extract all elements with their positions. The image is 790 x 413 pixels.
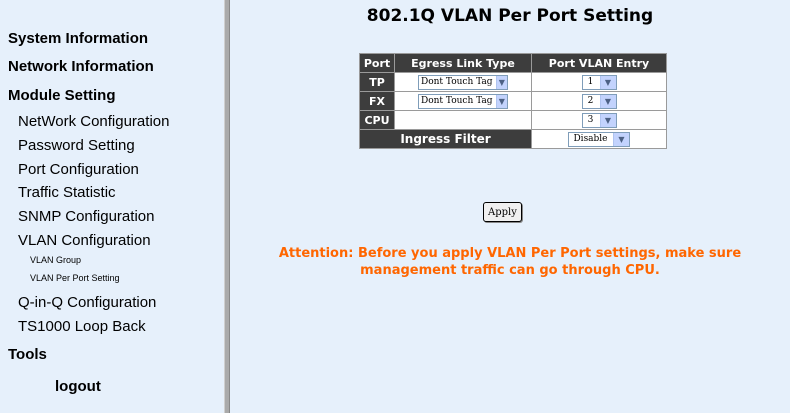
header-port-vlan-entry: Port VLAN Entry <box>531 53 667 73</box>
nav-logout[interactable]: logout <box>55 378 101 395</box>
vlan-value-tp: 1 <box>587 77 594 87</box>
vlan-cell-cpu: 3 ▼ <box>531 110 667 130</box>
chevron-down-icon[interactable]: ▼ <box>495 94 507 108</box>
ingress-filter-value: Disable <box>573 134 608 144</box>
nav-module-setting[interactable]: Module Setting <box>8 87 116 104</box>
ingress-cell: Disable ▼ <box>531 129 667 149</box>
nav-password-setting[interactable]: Password Setting <box>18 137 135 154</box>
port-label-fx: FX <box>359 91 395 111</box>
table-row-fx: FX Dont Touch Tag ▼ 2 ▼ <box>359 91 667 111</box>
chevron-down-icon[interactable]: ▼ <box>599 113 616 127</box>
table-row-cpu: CPU 3 ▼ <box>359 110 667 130</box>
nav-vlan-group[interactable]: VLAN Group <box>30 255 81 265</box>
sidebar: System Information Network Information M… <box>0 0 224 413</box>
chevron-down-icon[interactable]: ▼ <box>613 132 629 146</box>
egress-cell-cpu <box>394 110 532 130</box>
egress-cell-fx: Dont Touch Tag ▼ <box>394 91 532 111</box>
header-egress-link-type: Egress Link Type <box>394 53 532 73</box>
nav-traffic-statistic[interactable]: Traffic Statistic <box>18 184 116 201</box>
nav-qinq-configuration[interactable]: Q-in-Q Configuration <box>18 294 156 311</box>
egress-select-fx[interactable]: Dont Touch Tag ▼ <box>418 93 508 109</box>
nav-snmp-configuration[interactable]: SNMP Configuration <box>18 208 154 225</box>
nav-vlan-per-port-setting[interactable]: VLAN Per Port Setting <box>30 273 120 283</box>
table-header-row: Port Egress Link Type Port VLAN Entry <box>359 53 667 73</box>
nav-tools[interactable]: Tools <box>8 346 47 363</box>
ingress-filter-select[interactable]: Disable ▼ <box>568 131 630 147</box>
vlan-value-fx: 2 <box>587 96 594 106</box>
chevron-down-icon[interactable]: ▼ <box>599 75 616 89</box>
chevron-down-icon[interactable]: ▼ <box>599 94 616 108</box>
header-port: Port <box>359 53 395 73</box>
vlan-cell-tp: 1 ▼ <box>531 72 667 92</box>
vlan-select-fx[interactable]: 2 ▼ <box>581 93 617 109</box>
nav-loop-back[interactable]: TS1000 Loop Back <box>18 318 146 335</box>
nav-network-configuration[interactable]: NetWork Configuration <box>18 113 169 130</box>
page-title: 802.1Q VLAN Per Port Setting <box>366 6 654 26</box>
app-window: System Information Network Information M… <box>0 0 790 413</box>
chevron-down-icon[interactable]: ▼ <box>495 75 507 89</box>
ingress-filter-label: Ingress Filter <box>359 129 532 149</box>
table-row-tp: TP Dont Touch Tag ▼ 1 ▼ <box>359 72 667 92</box>
port-label-tp: TP <box>359 72 395 92</box>
attention-message: Attention: Before you apply VLAN Per Por… <box>278 246 742 278</box>
nav-network-information[interactable]: Network Information <box>8 58 154 75</box>
nav-port-configuration[interactable]: Port Configuration <box>18 161 139 178</box>
vlan-port-table: Port Egress Link Type Port VLAN Entry TP… <box>359 53 667 149</box>
egress-cell-tp: Dont Touch Tag ▼ <box>394 72 532 92</box>
vlan-select-cpu[interactable]: 3 ▼ <box>581 112 617 128</box>
egress-value-fx: Dont Touch Tag <box>421 96 493 106</box>
main-panel: 802.1Q VLAN Per Port Setting Port Egress… <box>230 0 790 413</box>
vlan-cell-fx: 2 ▼ <box>531 91 667 111</box>
port-label-cpu: CPU <box>359 110 395 130</box>
egress-value-tp: Dont Touch Tag <box>421 77 493 87</box>
egress-select-tp[interactable]: Dont Touch Tag ▼ <box>418 74 508 90</box>
nav-system-information[interactable]: System Information <box>8 30 148 47</box>
vlan-value-cpu: 3 <box>587 115 594 125</box>
nav-vlan-configuration[interactable]: VLAN Configuration <box>18 232 151 249</box>
table-row-ingress: Ingress Filter Disable ▼ <box>359 129 667 149</box>
apply-button[interactable]: Apply <box>483 202 522 222</box>
vlan-select-tp[interactable]: 1 ▼ <box>581 74 617 90</box>
